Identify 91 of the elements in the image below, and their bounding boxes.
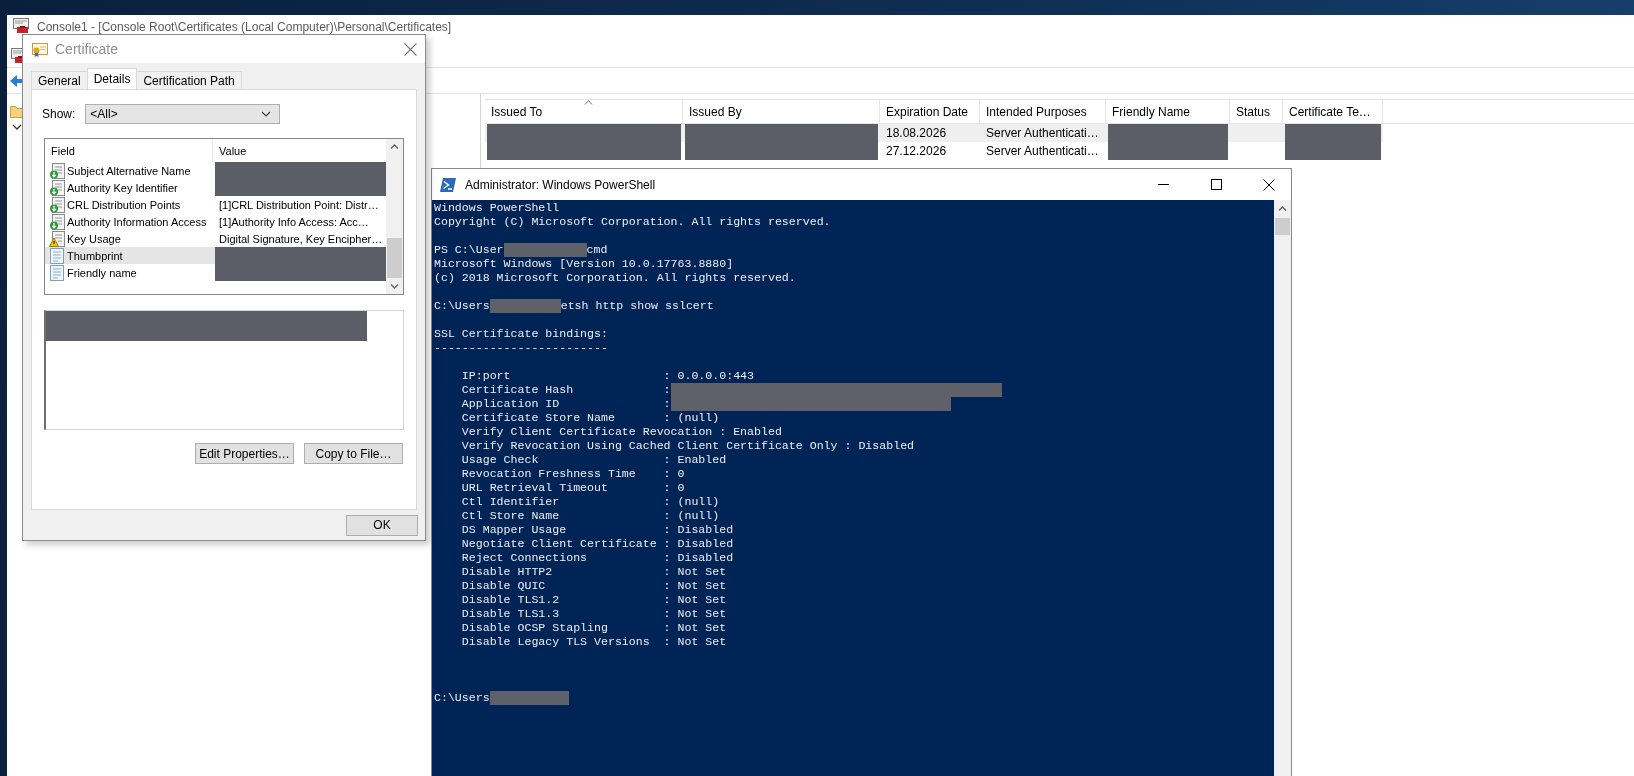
column-header[interactable]: Intended Purposes bbox=[980, 100, 1106, 123]
tab[interactable]: General bbox=[31, 71, 88, 89]
console-line: Windows PowerShell bbox=[434, 201, 560, 215]
console-line: IP:port : 0.0.0.0:443 bbox=[460, 369, 755, 383]
scroll-up-icon[interactable] bbox=[1278, 206, 1287, 211]
console-line: Ctl Identifier : (null) bbox=[460, 495, 720, 509]
console-line: C:\Users bbox=[434, 691, 490, 705]
field-value: Digital Signature, Key Encipher… bbox=[218, 231, 384, 247]
console-line: Disable TLS1.3 : Not Set bbox=[460, 607, 727, 621]
field-value: [1]CRL Distribution Point: Distr… bbox=[218, 197, 380, 213]
ok-button[interactable]: OK bbox=[346, 514, 418, 536]
redacted-block bbox=[489, 299, 561, 313]
console-line: Application ID : bbox=[460, 397, 671, 411]
extension-icon bbox=[49, 196, 65, 213]
console-line: Reject Connections : Disabled bbox=[460, 551, 734, 565]
close-icon bbox=[1263, 178, 1275, 191]
column-header[interactable]: Value bbox=[213, 140, 247, 162]
dropdown-chevron-icon bbox=[261, 111, 272, 117]
console-line: Disable QUIC : Not Set bbox=[460, 579, 727, 593]
scroll-down-icon[interactable] bbox=[390, 284, 399, 289]
vertical-scrollbar[interactable] bbox=[386, 139, 403, 294]
console-line: etsh http show sslcert bbox=[560, 299, 714, 313]
vertical-scrollbar[interactable] bbox=[1274, 200, 1291, 776]
table-cell-text: Server Authenticati… bbox=[985, 143, 1100, 160]
console-line: URL Retrieval Timeout : 0 bbox=[460, 481, 685, 495]
console-line: Disable HTTP2 : Not Set bbox=[460, 565, 727, 579]
scrollbar-thumb[interactable] bbox=[387, 238, 402, 278]
column-header[interactable]: Expiration Date bbox=[880, 100, 980, 123]
dialog-button[interactable]: Edit Properties… bbox=[195, 443, 294, 464]
console-line: Copyright (C) Microsoft Corporation. All rights reserved. bbox=[434, 215, 831, 229]
field-name: Thumbprint bbox=[67, 249, 123, 262]
tab[interactable]: Certification Path bbox=[136, 71, 242, 89]
field-name: Authority Information Access bbox=[67, 215, 207, 228]
scroll-up-icon[interactable] bbox=[390, 144, 399, 149]
window-title: Administrator: Windows PowerShell bbox=[465, 177, 657, 192]
console-line: Certificate Hash : bbox=[460, 383, 671, 397]
console-line: Verify Revocation Using Cached Client Certificate Only : Disabled bbox=[460, 439, 915, 453]
expand-chevron-icon[interactable] bbox=[12, 124, 22, 130]
dialog-title: Certificate bbox=[55, 41, 120, 57]
show-label: Show: bbox=[42, 107, 76, 121]
console-line: Disable OCSP Stapling : Not Set bbox=[460, 621, 727, 635]
table-row[interactable]: 18.08.2026 Server Authenticati… bbox=[485, 124, 1383, 142]
console-line: ------------------------- bbox=[434, 341, 608, 355]
tab[interactable]: Details bbox=[86, 68, 138, 89]
column-header[interactable]: Issued By bbox=[683, 100, 880, 123]
field-value: [1]Authority Info Access: Acc… bbox=[218, 214, 370, 230]
field-name: Key Usage bbox=[67, 232, 121, 245]
field-name: CRL Distribution Points bbox=[67, 198, 181, 211]
console-line: cmd bbox=[586, 243, 608, 257]
console-line: Disable TLS1.2 : Not Set bbox=[460, 593, 727, 607]
show-dropdown[interactable]: <All> bbox=[85, 104, 281, 124]
console-line: Usage Check : Enabled bbox=[460, 453, 727, 467]
close-icon[interactable] bbox=[404, 42, 417, 56]
certificate-icon bbox=[31, 40, 49, 58]
table-cell-text: 18.08.2026 bbox=[885, 125, 948, 142]
console-line: Disable Legacy TLS Versions : Not Set bbox=[460, 635, 727, 649]
column-header[interactable]: Certificate Te… bbox=[1283, 100, 1383, 123]
column-header[interactable]: Field bbox=[45, 140, 213, 162]
column-header[interactable]: Status bbox=[1230, 100, 1283, 123]
console-line: Negotiate Client Certificate : Disabled bbox=[460, 537, 734, 551]
extension-icon bbox=[49, 213, 65, 230]
console-line: Certificate Store Name : (null) bbox=[460, 411, 720, 425]
console-line: C:\Users bbox=[434, 299, 490, 313]
scrollbar-thumb[interactable] bbox=[1275, 218, 1290, 235]
field-name: Friendly name bbox=[67, 266, 137, 279]
column-header[interactable]: Friendly Name bbox=[1106, 100, 1230, 123]
list-row[interactable]: Thumbprint bbox=[45, 247, 386, 264]
dialog-button[interactable]: Copy to File… bbox=[304, 443, 403, 464]
field-name: Authority Key Identifier bbox=[67, 181, 178, 194]
column-header[interactable]: Issued To bbox=[485, 100, 683, 123]
console-line: Ctl Store Name : (null) bbox=[460, 509, 720, 523]
warning-icon bbox=[49, 230, 65, 247]
powershell-icon bbox=[440, 177, 456, 192]
field-name: Subject Alternative Name bbox=[67, 164, 191, 177]
minimize-icon bbox=[1157, 184, 1169, 185]
console-line: SSL Certificate bindings: bbox=[434, 327, 608, 341]
extension-icon bbox=[49, 179, 65, 196]
extension-icon bbox=[49, 162, 65, 179]
console-line: (c) 2018 Microsoft Corporation. All rights reserved. bbox=[434, 271, 796, 285]
document-icon bbox=[49, 247, 65, 264]
maximize-icon bbox=[1210, 179, 1222, 190]
window-title: Console1 - [Console Root\Certificates (Local Computer)\Personal\Certificates] bbox=[37, 19, 452, 34]
console-line: Verify Client Certificate Revocation : Enabled bbox=[460, 425, 782, 439]
console-line: Revocation Freshness Time : 0 bbox=[460, 467, 685, 481]
document-icon bbox=[49, 264, 65, 281]
console-line: DS Mapper Usage : Disabled bbox=[460, 523, 734, 537]
table-cell-text: Server Authenticati… bbox=[985, 125, 1100, 142]
table-cell-text: 27.12.2026 bbox=[885, 143, 948, 160]
field-list[interactable] bbox=[44, 138, 404, 295]
console-line: Microsoft Windows [Version 10.0.17763.8880] bbox=[434, 257, 734, 271]
console-line: PS C:\User bbox=[434, 243, 504, 257]
